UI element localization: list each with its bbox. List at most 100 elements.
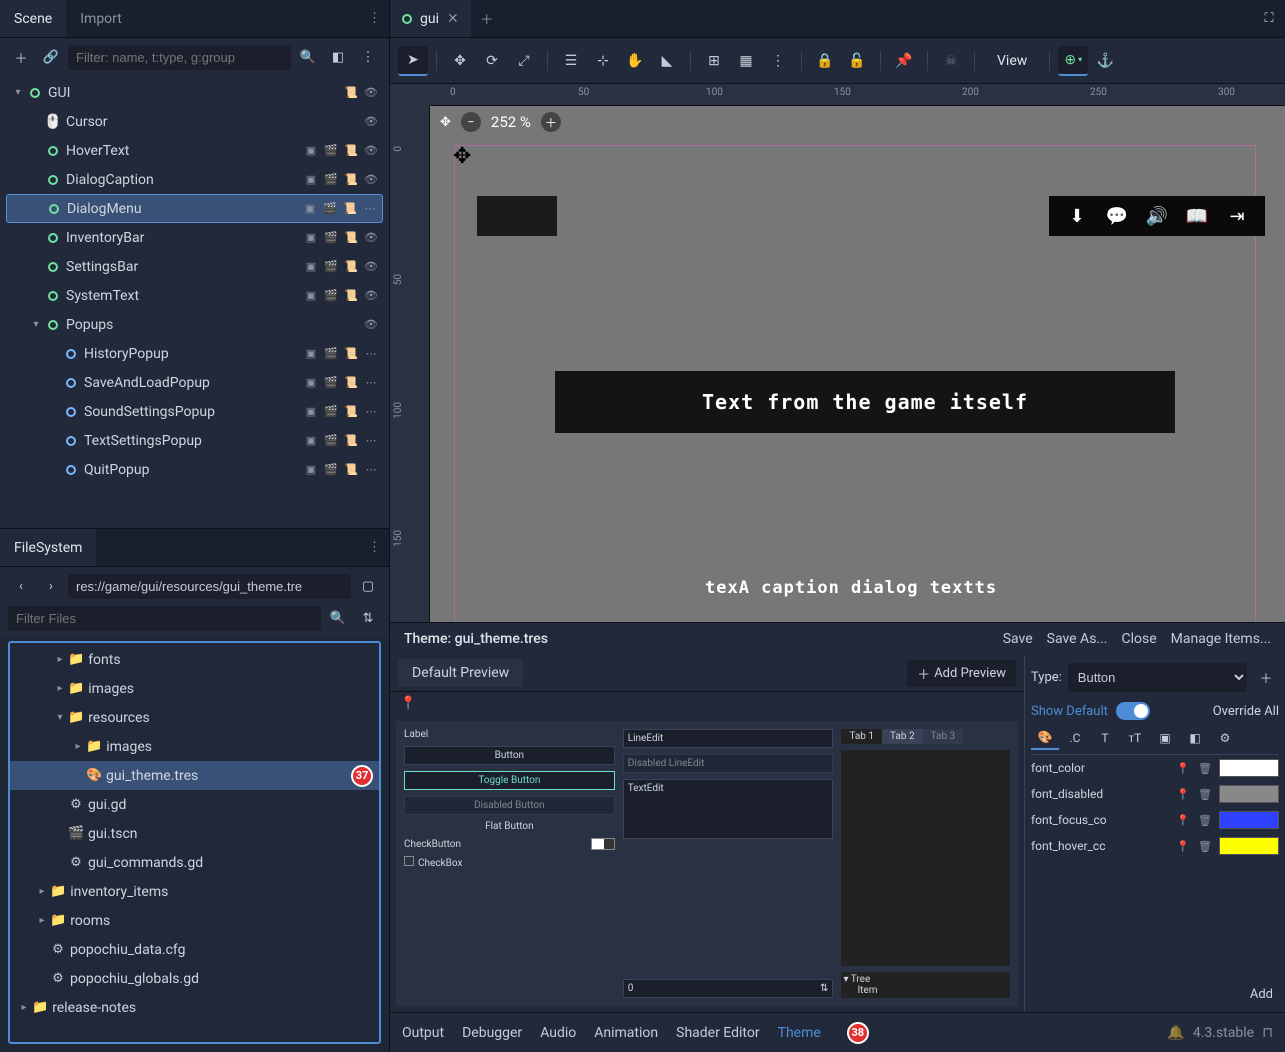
scene-node[interactable]: ▾GUI📜👁 <box>6 78 383 107</box>
more-icon[interactable]: ⋯ <box>363 433 379 449</box>
theme-property-row[interactable]: font_hover_cc📍🗑 <box>1031 833 1279 859</box>
scriptb-icon[interactable]: 📜 <box>343 404 359 420</box>
theme-tools-icon[interactable]: ⚙ <box>1211 726 1239 750</box>
link-button[interactable]: 🔗 <box>38 44 64 70</box>
theme-property-row[interactable]: font_focus_co📍🗑 <box>1031 807 1279 833</box>
script-icon[interactable]: 📜 <box>343 230 359 246</box>
fs-item[interactable]: ▸📁fonts <box>10 645 379 674</box>
close-icon[interactable]: ✕ <box>447 11 459 27</box>
scene-filter-input[interactable] <box>68 45 291 70</box>
type-select[interactable]: Button <box>1068 663 1247 692</box>
scene-node[interactable]: SettingsBar▣🎬📜👁 <box>6 252 383 281</box>
scriptb-icon[interactable]: 📜 <box>343 375 359 391</box>
eye-icon[interactable]: 👁 <box>363 172 379 188</box>
delete-icon[interactable]: 🗑 <box>1197 838 1213 854</box>
scene-icon[interactable]: 🎬 <box>323 462 339 478</box>
scale-tool-icon[interactable]: ⤢ <box>509 46 539 76</box>
theme-property-list[interactable]: font_color📍🗑font_disabled📍🗑font_focus_co… <box>1031 755 1279 981</box>
fontsize-tab-icon[interactable]: ᴛT <box>1121 726 1149 750</box>
show-default-label[interactable]: Show Default <box>1031 704 1108 719</box>
scene-node[interactable]: QuitPopup▣🎬📜⋯ <box>6 455 383 484</box>
snap-toggle-icon[interactable]: ⊞ <box>699 46 729 76</box>
fs-menu-icon[interactable]: ⋮ <box>360 529 389 566</box>
eye-icon[interactable]: 👁 <box>363 143 379 159</box>
unlock-icon[interactable]: 🔓 <box>842 46 872 76</box>
fs-sort-icon[interactable]: ⇅ <box>355 605 381 631</box>
scene-node[interactable]: TextSettingsPopup▣🎬📜⋯ <box>6 426 383 455</box>
preview-checkbox-label[interactable]: CheckBox <box>418 858 462 869</box>
fs-tree[interactable]: ▸📁fonts▸📁images▾📁resources▸📁images🎨gui_t… <box>8 641 381 1044</box>
scene-icon[interactable]: 🎬 <box>322 201 338 217</box>
fonts-tab-icon[interactable]: T <box>1091 726 1119 750</box>
notification-badge[interactable]: 38 <box>847 1022 869 1044</box>
add-preview-button[interactable]: ＋Add Preview <box>907 660 1016 687</box>
scene-icon[interactable]: 🎬 <box>323 259 339 275</box>
inst-icon[interactable]: ▣ <box>303 346 319 362</box>
tab-import[interactable]: Import <box>66 0 136 37</box>
preview-tab-default[interactable]: Default Preview <box>398 659 523 687</box>
view-menu-button[interactable]: View <box>983 46 1041 76</box>
scriptb-icon[interactable]: 📜 <box>343 462 359 478</box>
eye-icon[interactable]: 👁 <box>363 288 379 304</box>
scriptb-icon[interactable]: 📜 <box>343 346 359 362</box>
new-tab-button[interactable]: ＋ <box>471 0 503 37</box>
fs-item[interactable]: ▸📁inventory_items <box>10 877 379 906</box>
snap-menu-icon[interactable]: ⋮ <box>763 46 793 76</box>
panel-menu-icon[interactable]: ⋮ <box>360 0 389 37</box>
scene-icon[interactable]: 🎬 <box>323 346 339 362</box>
inst-icon[interactable]: ▣ <box>303 172 319 188</box>
center-icon[interactable]: ✥ <box>440 115 451 130</box>
fs-item[interactable]: ▸📁images <box>10 732 379 761</box>
inst-icon[interactable]: ▣ <box>303 433 319 449</box>
scriptb-icon[interactable]: 📜 <box>343 433 359 449</box>
theme-save-button[interactable]: Save <box>1003 631 1033 647</box>
inst-icon[interactable]: ▣ <box>303 230 319 246</box>
anchor-preset-icon[interactable]: ⊕▾ <box>1058 46 1088 76</box>
bottom-tab-output[interactable]: Output <box>402 1025 444 1041</box>
script-icon[interactable]: 📜 <box>343 85 359 101</box>
filter-extra-icon[interactable]: ◧ <box>325 44 351 70</box>
color-swatch[interactable] <box>1219 759 1279 777</box>
scene-icon[interactable]: 🎬 <box>323 375 339 391</box>
color-swatch[interactable] <box>1219 811 1279 829</box>
fs-search-icon[interactable]: 🔍 <box>325 605 351 631</box>
pan-tool-icon[interactable]: ✋ <box>620 46 650 76</box>
scene-icon[interactable]: 🎬 <box>323 230 339 246</box>
eye-icon[interactable]: 👁 <box>363 317 379 333</box>
fs-item[interactable]: ⚙gui.gd <box>10 790 379 819</box>
layout-icon[interactable]: ⊓ <box>1262 1025 1273 1041</box>
eye-icon[interactable]: 👁 <box>363 259 379 275</box>
scene-node[interactable]: 🖱️Cursor👁 <box>6 107 383 136</box>
fs-filter-input[interactable] <box>8 606 321 631</box>
pin-icon[interactable]: 📍 <box>1175 838 1191 854</box>
preview-spinbox[interactable]: 0⇅ <box>623 979 834 998</box>
scene-node[interactable]: ▾Popups👁 <box>6 310 383 339</box>
scene-menu-icon[interactable]: ⋮ <box>355 44 381 70</box>
show-default-toggle[interactable] <box>1116 702 1150 720</box>
fs-item[interactable]: 🎨gui_theme.tres37 <box>10 761 379 790</box>
tab-filesystem[interactable]: FileSystem <box>0 529 96 566</box>
pivot-tool-icon[interactable]: ⊹ <box>588 46 618 76</box>
theme-manage-button[interactable]: Manage Items... <box>1171 631 1271 647</box>
list-tool-icon[interactable]: ☰ <box>556 46 586 76</box>
expand-icon[interactable]: ⛶ <box>1253 0 1285 37</box>
notification-icon[interactable]: 🔔 <box>1167 1025 1184 1041</box>
constants-tab-icon[interactable]: .C <box>1061 726 1089 750</box>
color-swatch[interactable] <box>1219 785 1279 803</box>
lock-icon[interactable]: 🔒 <box>810 46 840 76</box>
more-icon[interactable]: ⋯ <box>363 375 379 391</box>
script-icon[interactable]: 📜 <box>343 172 359 188</box>
fs-item[interactable]: ▸📁rooms <box>10 906 379 935</box>
scene-node[interactable]: HistoryPopup▣🎬📜⋯ <box>6 339 383 368</box>
zoom-in-icon[interactable]: ＋ <box>541 112 561 132</box>
scene-icon[interactable]: 🎬 <box>323 404 339 420</box>
bones-icon[interactable]: ☠ <box>936 46 966 76</box>
scene-node[interactable]: DialogCaption▣🎬📜👁 <box>6 165 383 194</box>
pin-icon[interactable]: 📍 <box>1175 812 1191 828</box>
scene-icon[interactable]: 🎬 <box>323 288 339 304</box>
scene-node[interactable]: HoverText▣🎬📜👁 <box>6 136 383 165</box>
fs-view-icon[interactable]: ▢ <box>355 573 381 599</box>
script-icon[interactable]: 📜 <box>343 259 359 275</box>
bottom-tab-theme[interactable]: Theme <box>778 1025 821 1041</box>
inst-icon[interactable]: ▣ <box>302 201 318 217</box>
